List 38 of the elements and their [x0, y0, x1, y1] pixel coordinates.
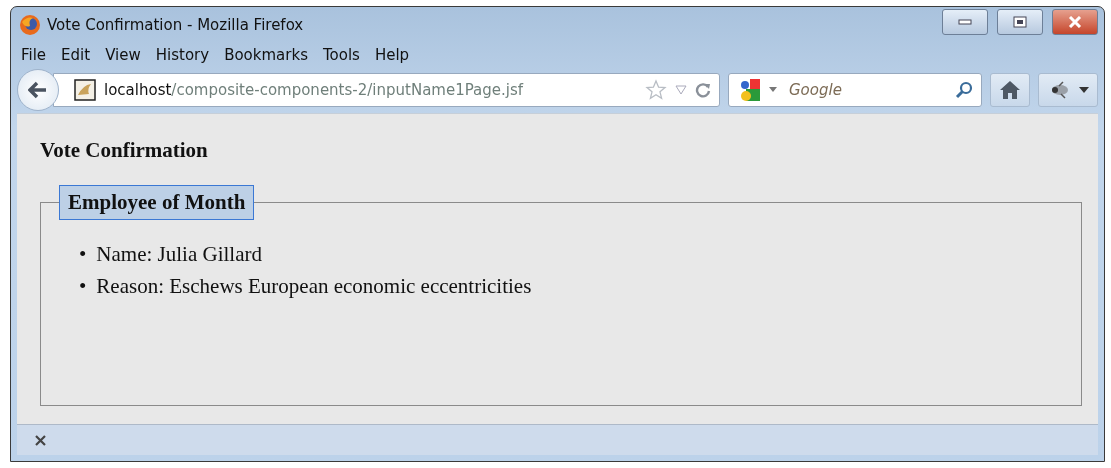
firefox-logo-icon — [19, 14, 41, 36]
addon-button[interactable] — [1038, 73, 1098, 107]
bullet: • — [79, 241, 87, 268]
search-placeholder: Google — [788, 81, 843, 99]
home-icon — [999, 80, 1021, 100]
menu-item[interactable]: File — [21, 46, 47, 64]
url-path: /composite-components-2/inputName1Page.jsf — [171, 81, 524, 99]
minimize-button[interactable] — [942, 9, 988, 35]
list-item: Name: Julia Gillard — [96, 241, 262, 268]
menu-item[interactable]: History — [155, 46, 210, 64]
close-icon[interactable] — [35, 434, 46, 446]
url-host: localhost — [104, 81, 172, 99]
menu-item[interactable]: Help — [374, 46, 410, 64]
dropdown-icon[interactable] — [769, 87, 777, 93]
list-item: Reason: Eschews European economic eccentricities — [96, 273, 532, 300]
window-title: Vote Confirmation - Mozilla Firefox — [47, 16, 305, 34]
menu-item[interactable]: View — [105, 46, 141, 64]
site-icon — [74, 79, 96, 101]
home-button[interactable] — [990, 73, 1030, 107]
minimize-icon — [958, 19, 972, 25]
close-icon — [1067, 16, 1083, 28]
reload-icon[interactable] — [695, 82, 711, 98]
back-arrow-icon — [28, 81, 48, 99]
close-button[interactable] — [1052, 9, 1098, 35]
back-button[interactable] — [17, 69, 59, 111]
maximize-button[interactable] — [997, 9, 1043, 35]
menu-item[interactable]: Edit — [61, 46, 91, 64]
bullet: • — [79, 273, 87, 300]
search-icon[interactable] — [955, 81, 973, 99]
search-field[interactable]: Google — [728, 73, 982, 107]
fieldset-legend: Employee of Month — [59, 185, 255, 220]
caret-icon — [1079, 87, 1089, 93]
address-bar[interactable]: localhost/composite-components-2/inputName1Page.jsf — [53, 73, 720, 107]
star-icon[interactable] — [645, 79, 667, 101]
page-heading: Vote Confirmation — [40, 138, 209, 163]
menu-item[interactable]: Tools — [322, 46, 360, 64]
maximize-icon — [1013, 16, 1027, 28]
menu-item[interactable]: Bookmarks — [224, 46, 308, 64]
